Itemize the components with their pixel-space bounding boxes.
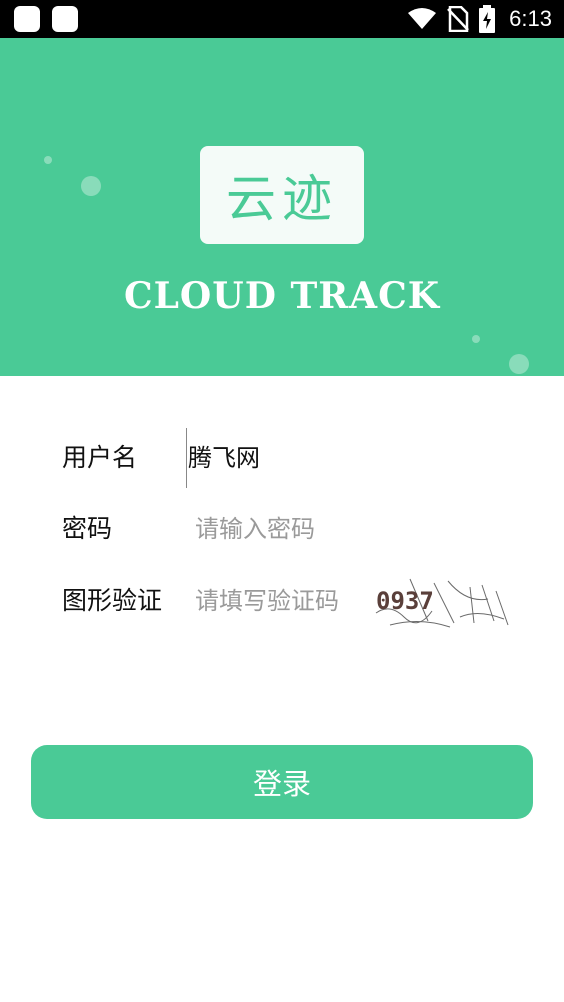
header-banner: 云迹 CLOUD TRACK [0, 38, 564, 376]
captcha-image[interactable]: 0937 [370, 573, 510, 629]
password-input[interactable]: 请输入密码 [186, 499, 365, 559]
username-label: 用户名 [62, 443, 138, 472]
password-label: 密码 [62, 514, 113, 543]
captcha-input[interactable]: 请填写验证码 [186, 571, 365, 631]
decorative-dot [44, 156, 52, 164]
password-row: 密码 请输入密码 [0, 499, 564, 559]
decorative-dot [509, 354, 529, 374]
app-notification-icon [14, 6, 40, 32]
captcha-text: 0937 [376, 587, 434, 615]
username-row: 用户名 腾飞网 [0, 428, 564, 488]
status-bar: 6:13 [0, 0, 564, 38]
wifi-icon [408, 8, 437, 29]
battery-charging-icon [479, 5, 496, 33]
app-notification-icon [52, 6, 78, 32]
logo-text: 云迹 [226, 170, 338, 228]
login-button[interactable]: 登录 [31, 745, 533, 819]
brand-title: CLOUD TRACK [123, 275, 441, 317]
app-logo: 云迹 [200, 146, 364, 244]
captcha-label: 图形验证 [62, 586, 163, 615]
decorative-dot [472, 335, 480, 343]
no-sim-icon [447, 6, 470, 32]
status-time: 6:13 [509, 6, 552, 31]
decorative-dot [81, 176, 101, 196]
username-input[interactable]: 腾飞网 [186, 428, 358, 488]
